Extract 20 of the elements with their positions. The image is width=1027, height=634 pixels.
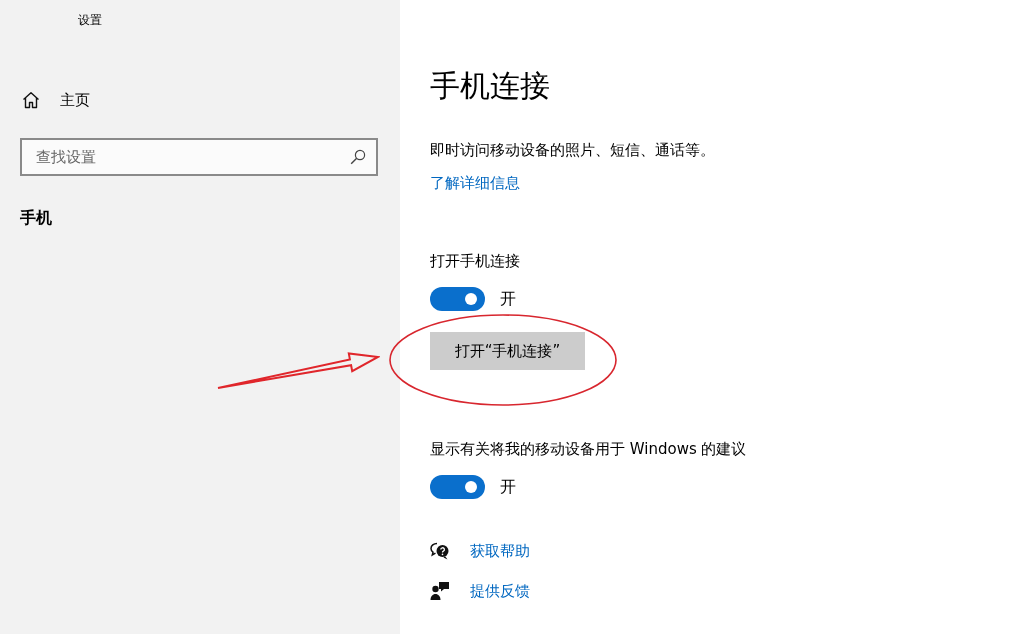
open-app-button[interactable]: 打开“手机连接”	[430, 332, 585, 370]
toggle-state-text: 开	[500, 289, 516, 309]
toggle-switch[interactable]	[430, 475, 485, 499]
person-speech-icon	[430, 581, 450, 601]
window-title: 设置	[78, 12, 102, 28]
setting-label: 打开手机连接	[430, 251, 520, 271]
home-nav-item[interactable]: 主页	[20, 90, 92, 110]
description-text: 即时访问移动设备的照片、短信、通话等。	[430, 140, 715, 160]
toggle-switch[interactable]	[430, 287, 485, 311]
help-link[interactable]: 提供反馈	[470, 581, 530, 601]
learn-more-link[interactable]: 了解详细信息	[430, 173, 520, 193]
setting-label: 显示有关将我的移动设备用于 Windows 的建议	[430, 439, 747, 459]
toggle-state-text: 开	[500, 477, 516, 497]
help-link[interactable]: 获取帮助	[470, 541, 530, 561]
page-title: 手机连接	[430, 67, 550, 105]
home-icon	[22, 91, 40, 109]
search-icon	[350, 149, 366, 165]
search-field[interactable]: 查找设置	[20, 138, 378, 176]
section-heading: 手机	[20, 208, 52, 228]
chat-question-icon	[430, 541, 450, 561]
